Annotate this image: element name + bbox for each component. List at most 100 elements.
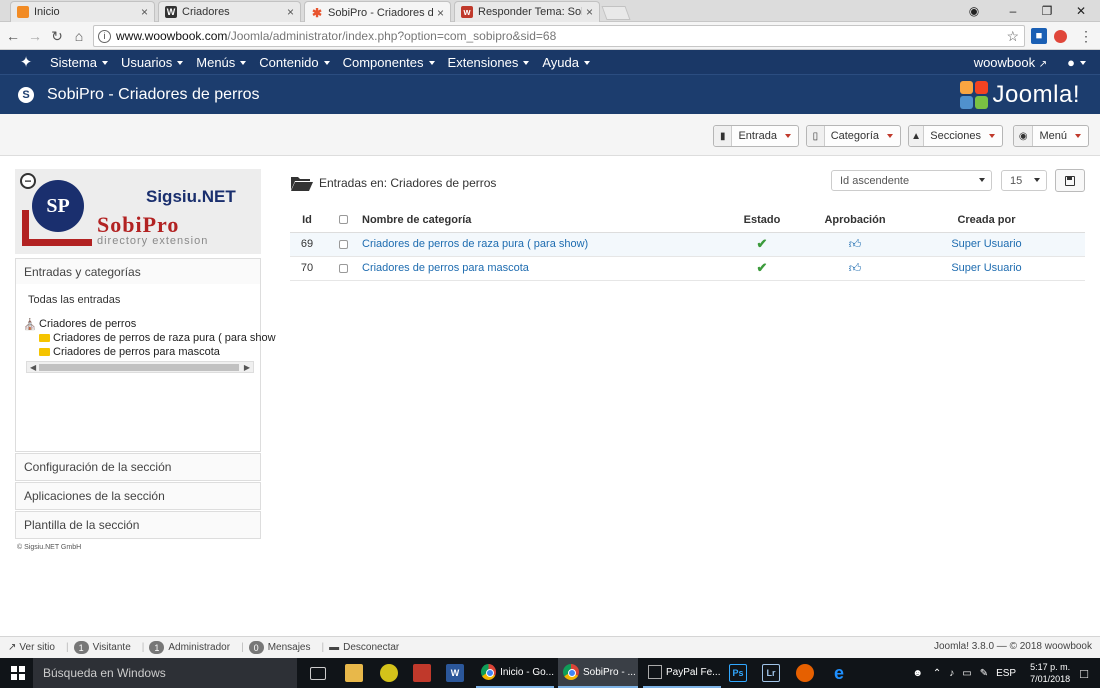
home-icon[interactable]: ⌂ [70, 27, 88, 45]
author-link[interactable]: Super Usuario [951, 262, 1021, 274]
scroll-thumb[interactable] [39, 364, 239, 371]
menu-button[interactable]: ◉ Menú [1013, 125, 1089, 147]
word-icon[interactable]: W [446, 664, 464, 682]
reload-icon[interactable]: ↻ [48, 27, 66, 45]
tab-criadores[interactable]: W Criadores × [158, 1, 301, 22]
close-icon[interactable]: × [586, 5, 593, 19]
taskbar-app-paypal[interactable]: PayPal Fe... [643, 658, 721, 688]
joomla-logo-icon[interactable]: ✦ [17, 53, 35, 71]
tree-root[interactable]: ⛪ Criadores de perros [23, 318, 136, 331]
file-explorer-icon[interactable] [345, 664, 363, 682]
logout-link[interactable]: ▬ Desconectar [329, 642, 399, 653]
taskbar-app-chrome-inicio[interactable]: Inicio - Go... [476, 658, 554, 688]
close-icon[interactable]: × [141, 5, 148, 19]
internet-explorer-icon[interactable]: e [830, 663, 848, 683]
tree-item[interactable]: Criadores de perros de raza pura ( para … [39, 332, 276, 344]
firefox-icon[interactable] [796, 664, 814, 682]
new-tab-button[interactable] [601, 6, 631, 20]
select-all-checkbox[interactable] [338, 215, 348, 225]
network-icon[interactable]: ▭ [962, 668, 971, 679]
col-estado[interactable]: Estado [702, 208, 822, 233]
bookmark-star-icon[interactable]: ☆ [1006, 28, 1019, 45]
author-link[interactable]: Super Usuario [951, 238, 1021, 250]
lightroom-icon[interactable]: Lr [762, 664, 780, 682]
pen-icon[interactable]: ✎ [980, 668, 988, 679]
tab-responder-tema[interactable]: w Responder Tema: Sobipr × [454, 1, 600, 22]
site-link[interactable]: woowbook ↗ [974, 55, 1047, 70]
save-button[interactable] [1055, 169, 1085, 192]
photoshop-icon[interactable]: Ps [729, 664, 747, 682]
section-config-panel[interactable]: Configuración de la sección [15, 453, 261, 481]
language-indicator[interactable]: ESP [996, 668, 1016, 679]
published-check-icon[interactable]: ✔ [757, 260, 768, 275]
notifications-icon[interactable]: □ [1080, 666, 1088, 681]
col-id[interactable]: Id [290, 208, 324, 233]
tree-item[interactable]: Criadores de perros para mascota [39, 346, 220, 358]
user-menu[interactable]: ● [1067, 55, 1086, 70]
clock[interactable]: 5:17 p. m. 7/01/2018 [1030, 661, 1070, 685]
section-apps-panel[interactable]: Aplicaciones de la sección [15, 482, 261, 510]
tree-horizontal-scrollbar[interactable]: ◀ ▶ [26, 361, 254, 373]
people-icon[interactable]: ☻ [912, 668, 923, 679]
tab-sobipro[interactable]: ✱ SobiPro - Criadores de p × [304, 1, 451, 23]
entry-name-link[interactable]: Criadores de perros de raza pura ( para … [362, 238, 588, 250]
categoria-button[interactable]: ▯ Categoría [806, 125, 901, 147]
view-site-link[interactable]: ↗ Ver sitio [8, 642, 55, 653]
windows-search-input[interactable]: Búsqueda en Windows [33, 658, 297, 688]
entries-panel-header[interactable]: Entradas y categorías [16, 259, 260, 285]
menu-componentes[interactable]: Componentes [343, 55, 435, 70]
all-entries-link[interactable]: Todas las entradas [28, 294, 120, 306]
app-icon[interactable] [380, 664, 398, 682]
approved-thumbs-up-icon[interactable]: 👍︎ [849, 237, 862, 251]
menu-extensiones[interactable]: Extensiones [448, 55, 530, 70]
approved-thumbs-up-icon[interactable]: 👍︎ [849, 261, 862, 275]
info-icon[interactable]: i [98, 29, 111, 43]
back-icon[interactable]: ← [4, 27, 22, 45]
menu-contenido[interactable]: Contenido [259, 55, 330, 70]
row-checkbox[interactable] [338, 263, 348, 273]
col-aprobacion[interactable]: Aprobación [822, 208, 888, 233]
app-icon[interactable] [413, 664, 431, 682]
minimize-icon[interactable]: – [996, 0, 1030, 22]
scroll-right-icon[interactable]: ▶ [244, 362, 250, 373]
close-icon[interactable]: × [287, 5, 294, 19]
sort-select[interactable]: Id ascendente [831, 170, 992, 191]
visitors-status[interactable]: 1 Visitante [73, 641, 131, 654]
close-window-icon[interactable]: ✕ [1064, 0, 1098, 22]
tab-favicon-icon: w [461, 6, 473, 18]
entry-name-link[interactable]: Criadores de perros para mascota [362, 262, 529, 274]
restore-icon[interactable]: ❐ [1030, 0, 1064, 22]
extension-red-icon[interactable] [1054, 30, 1067, 43]
chevron-up-icon[interactable]: ⌃ [933, 668, 941, 679]
tab-inicio[interactable]: Inicio × [10, 1, 155, 22]
row-checkbox[interactable] [338, 239, 348, 249]
forward-icon[interactable]: → [26, 27, 44, 45]
volume-icon[interactable]: ♪ [949, 668, 954, 679]
profile-icon[interactable]: ◉ [957, 0, 991, 22]
col-name[interactable]: Nombre de categoría [362, 208, 702, 233]
scroll-left-icon[interactable]: ◀ [30, 362, 36, 373]
menu-sistema[interactable]: Sistema [50, 55, 108, 70]
admins-status[interactable]: 1 Administrador [149, 641, 230, 654]
section-template-panel[interactable]: Plantilla de la sección [15, 511, 261, 539]
published-check-icon[interactable]: ✔ [757, 236, 768, 251]
secciones-button[interactable]: ▲ Secciones [908, 125, 1003, 147]
caret-down-icon [989, 134, 995, 138]
col-creada-por[interactable]: Creada por [888, 208, 1085, 233]
menu-usuarios[interactable]: Usuarios [121, 55, 184, 70]
task-view-icon[interactable] [310, 667, 326, 680]
limit-select[interactable]: 15 [1001, 170, 1047, 191]
url-input[interactable]: i www.woowbook.com/Joomla/administrator/… [93, 25, 1025, 47]
extension-icon[interactable]: ■ [1031, 28, 1047, 44]
messages-status[interactable]: 0 Mensajes [248, 641, 311, 654]
entries-panel[interactable]: Entradas y categorías [15, 258, 261, 286]
entrada-button[interactable]: ▮ Entrada [713, 125, 799, 147]
chrome-menu-icon[interactable]: ⋮ [1078, 28, 1094, 44]
menu-ayuda[interactable]: Ayuda [542, 55, 590, 70]
taskbar-app-chrome-sobipro[interactable]: SobiPro - ... [558, 658, 638, 688]
collapse-sidebar-icon[interactable]: − [20, 173, 36, 189]
menu-menus[interactable]: Menús [196, 55, 247, 70]
close-icon[interactable]: × [437, 6, 444, 20]
table-row: 70 Criadores de perros para mascota ✔ 👍︎… [290, 256, 1085, 281]
windows-start-icon[interactable] [11, 666, 25, 680]
